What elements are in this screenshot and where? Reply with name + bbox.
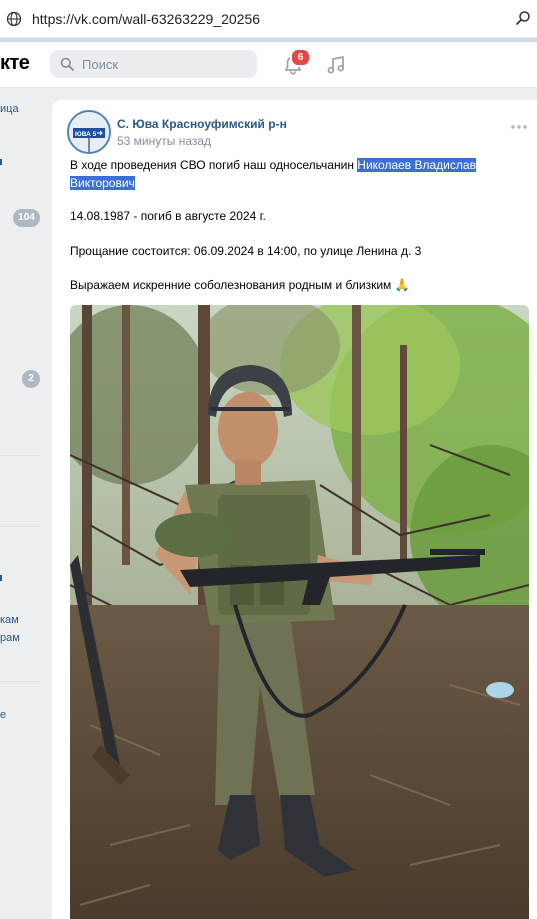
highlighted-name: Викторович [70,176,135,190]
wall-post: ЮВА 5 С. Юва Красноуфимский р-н 53 минут… [52,100,537,919]
post-text-line: 14.08.1987 - погиб в августе 2024 г. [70,209,266,223]
sidebar-divider [0,681,40,682]
search-icon [60,57,74,71]
sidebar-item-label[interactable]: ица [0,103,19,115]
left-sidebar: ица 104 2 кам рам е [0,88,44,919]
sidebar-marker [0,159,2,165]
search-placeholder: Поиск [82,56,119,72]
globe-icon [6,11,22,26]
svg-text:ЮВА 5: ЮВА 5 [75,131,97,138]
avatar-sign-image: ЮВА 5 [69,112,109,152]
soldier-photo-image [70,305,529,919]
site-logo[interactable]: кте [0,52,30,75]
address-url[interactable]: https://vk.com/wall-63263229_20256 [32,11,260,27]
post-photo[interactable] [70,305,529,919]
zoom-icon[interactable] [515,10,531,26]
post-text-line: Выражаем искренние соболезнования родным… [70,276,410,294]
site-header: кте Поиск 6 [0,42,537,88]
sidebar-marker [0,575,2,581]
post-text-line: Викторович [70,174,135,192]
post-text-line: В ходе проведения СВО погиб наш односель… [70,156,476,174]
praying-hands-icon: 🙏 [394,278,410,292]
sidebar-count-badge: 104 [13,209,40,227]
music-icon[interactable] [325,54,347,76]
post-time-link[interactable]: 53 минуты назад [117,134,211,148]
more-options-icon[interactable] [510,124,528,130]
sidebar-item-label[interactable]: е [0,709,6,721]
notifications-badge: 6 [290,48,311,67]
search-input[interactable]: Поиск [50,50,257,78]
sidebar-divider [0,455,40,456]
post-author-link[interactable]: С. Юва Красноуфимский р-н [117,117,287,131]
browser-address-bar[interactable]: https://vk.com/wall-63263229_20256 [0,0,537,38]
sidebar-count-badge: 2 [22,370,40,388]
highlighted-name: Николаев Владислав [357,158,476,172]
post-text-line: Прощание состоится: 06.09.2024 в 14:00, … [70,244,422,258]
sidebar-divider [0,526,40,527]
post-text-prefix: В ходе проведения СВО погиб наш односель… [70,158,358,172]
sidebar-item-label[interactable]: кам [0,614,19,626]
community-avatar[interactable]: ЮВА 5 [67,110,111,154]
post-text-condolences: Выражаем искренние соболезнования родным… [70,278,392,292]
sidebar-item-label[interactable]: рам [0,632,20,644]
